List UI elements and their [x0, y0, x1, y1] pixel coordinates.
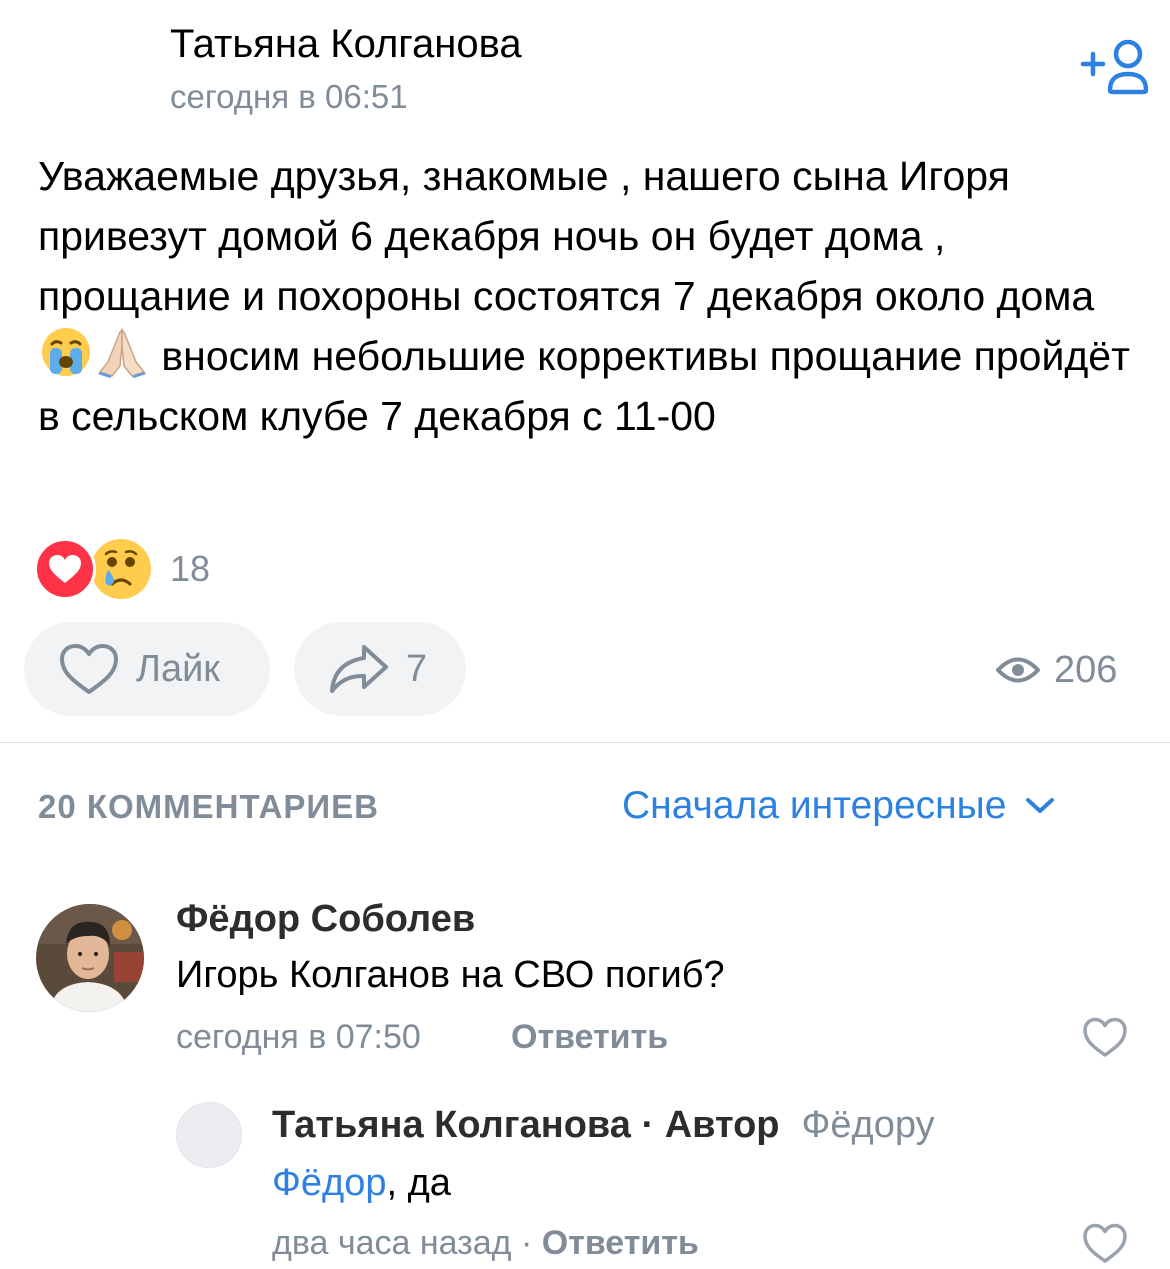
- chevron-down-icon: [1026, 798, 1055, 813]
- comment-author-name[interactable]: Татьяна Колганова: [272, 1104, 631, 1146]
- post-author-name[interactable]: Татьяна Колганова: [170, 22, 522, 67]
- share-count: 7: [406, 647, 428, 690]
- comments-sort-dropdown[interactable]: Сначала интересные: [622, 784, 1056, 828]
- comments-count: 20 КОММЕНТАРИЕВ: [38, 788, 379, 825]
- author-badge: Автор: [664, 1104, 780, 1146]
- add-friend-icon[interactable]: [1080, 38, 1156, 96]
- comment-text-body: , да: [386, 1162, 451, 1204]
- folded-hands-emoji: [96, 326, 148, 378]
- post-text: Уважаемые друзья, знакомые , нашего сына…: [38, 146, 1148, 446]
- share-arrow-icon: [330, 645, 388, 693]
- mention-link[interactable]: Фёдор: [272, 1162, 386, 1204]
- post-time: сегодня в 06:51: [170, 78, 408, 115]
- share-button[interactable]: 7: [294, 622, 466, 716]
- views-count: 206: [1054, 648, 1118, 691]
- reply-header: Татьяна Колганова · Автор Фёдору: [272, 1104, 935, 1147]
- sort-label: Сначала интересные: [622, 784, 1007, 827]
- post-text-part1: Уважаемые друзья, знакомые , нашего сына…: [38, 153, 1095, 319]
- comment-like-icon[interactable]: [1082, 1016, 1128, 1058]
- avatar[interactable]: [36, 904, 144, 1012]
- footer-separator: ·: [511, 1224, 542, 1262]
- heart-reaction-icon: [34, 538, 96, 600]
- reactions-summary[interactable]: 18: [34, 538, 210, 600]
- comment-text: Фёдор, да: [272, 1162, 451, 1205]
- post-text-part2: вносим небольшие коррективы прощание про…: [38, 333, 1130, 439]
- comment-reply-button[interactable]: Ответить: [511, 1018, 668, 1057]
- comment-text: Игорь Колганов на СВО погиб?: [176, 954, 725, 996]
- crying-reaction-icon: [90, 538, 152, 600]
- like-label: Лайк: [136, 647, 220, 690]
- reactions-count: 18: [170, 548, 211, 589]
- crying-face-emoji: [40, 326, 92, 378]
- comment-reply-button[interactable]: Ответить: [542, 1224, 699, 1262]
- heart-outline-icon: [60, 644, 118, 694]
- comment-time: сегодня в 07:50: [176, 1018, 421, 1056]
- like-button[interactable]: Лайк: [24, 622, 270, 716]
- comment-author-name[interactable]: Фёдор Соболев: [176, 898, 475, 941]
- author-separator: ·: [630, 1104, 665, 1146]
- views-counter: 206: [996, 642, 1117, 698]
- divider: [0, 742, 1170, 743]
- eye-icon: [996, 657, 1040, 683]
- avatar[interactable]: [176, 1102, 242, 1168]
- comment-like-icon[interactable]: [1082, 1222, 1128, 1264]
- comment-time: два часа назад: [272, 1224, 512, 1262]
- reply-to-label[interactable]: Фёдору: [802, 1104, 935, 1146]
- comment-footer: два часа назад · Ответить: [272, 1224, 699, 1263]
